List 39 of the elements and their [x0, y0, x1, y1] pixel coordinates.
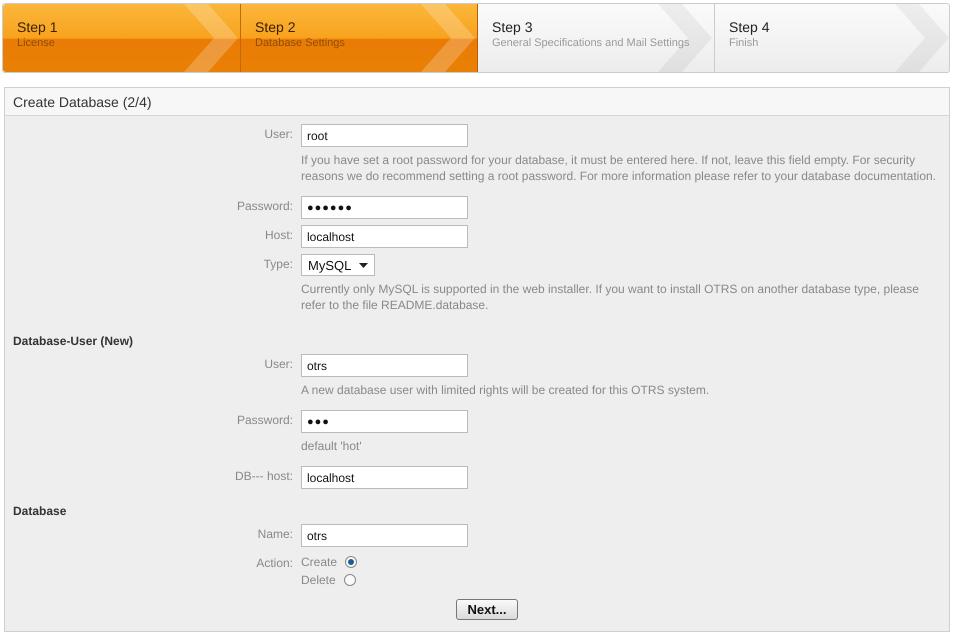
- field-label: DB--- host:: [234, 468, 293, 485]
- field-label: Password:: [236, 198, 293, 215]
- next-button[interactable]: Next...: [456, 599, 518, 620]
- radio-button[interactable]: [345, 556, 358, 568]
- radio-button[interactable]: [344, 574, 356, 586]
- field-label: User:: [264, 126, 293, 143]
- text-field[interactable]: otrs: [301, 524, 468, 547]
- help-text: A new database user with limited rights will be created for this OTRS system.: [301, 382, 710, 398]
- text-field[interactable]: root: [301, 124, 468, 147]
- section-heading: Database-User (New): [13, 334, 134, 348]
- section-heading: Database: [13, 504, 68, 518]
- text-field[interactable]: localhost: [301, 225, 468, 248]
- field-label: Password:: [236, 412, 293, 429]
- field-label: Type:: [264, 256, 293, 273]
- radio-label: Delete: [301, 573, 336, 587]
- step-subtitle: General Specifications and Mail Settings: [492, 37, 690, 49]
- step-subtitle: Finish: [729, 37, 758, 49]
- field-label: Host:: [264, 227, 293, 244]
- caret-icon: [359, 262, 368, 268]
- step-title: Step 3: [492, 19, 532, 35]
- field-label: Action:: [256, 555, 293, 572]
- type-dropdown[interactable]: MySQL: [301, 254, 376, 276]
- radio-label: Create: [301, 555, 338, 569]
- help-text: default 'hot': [301, 438, 363, 454]
- step-title: Step 4: [729, 19, 770, 35]
- step-title: Step 1: [17, 19, 58, 35]
- password-field[interactable]: ●●●●●●: [301, 196, 468, 219]
- password-field[interactable]: ●●●: [301, 410, 468, 433]
- field-label: User:: [264, 356, 293, 373]
- panel-title: Create Database (2/4): [5, 88, 949, 116]
- step-title: Step 2: [255, 19, 296, 35]
- step-subtitle: License: [17, 37, 55, 49]
- text-field[interactable]: otrs: [301, 354, 468, 377]
- help-text: Currently only MySQL is supported in the web installer. If you want to install OTRS on another database type, please refer to the file README.database.: [301, 281, 920, 313]
- field-label: Name:: [258, 526, 293, 543]
- text-field[interactable]: localhost: [301, 466, 468, 489]
- help-text: If you have set a root password for your database, it must be entered here. If not, leave this field empty. For security reasons we do recommend setting a root password. For more information please refer to your database documentation.: [301, 152, 937, 184]
- step-subtitle: Database Settings: [255, 37, 345, 49]
- chevron-icon: [895, 4, 949, 72]
